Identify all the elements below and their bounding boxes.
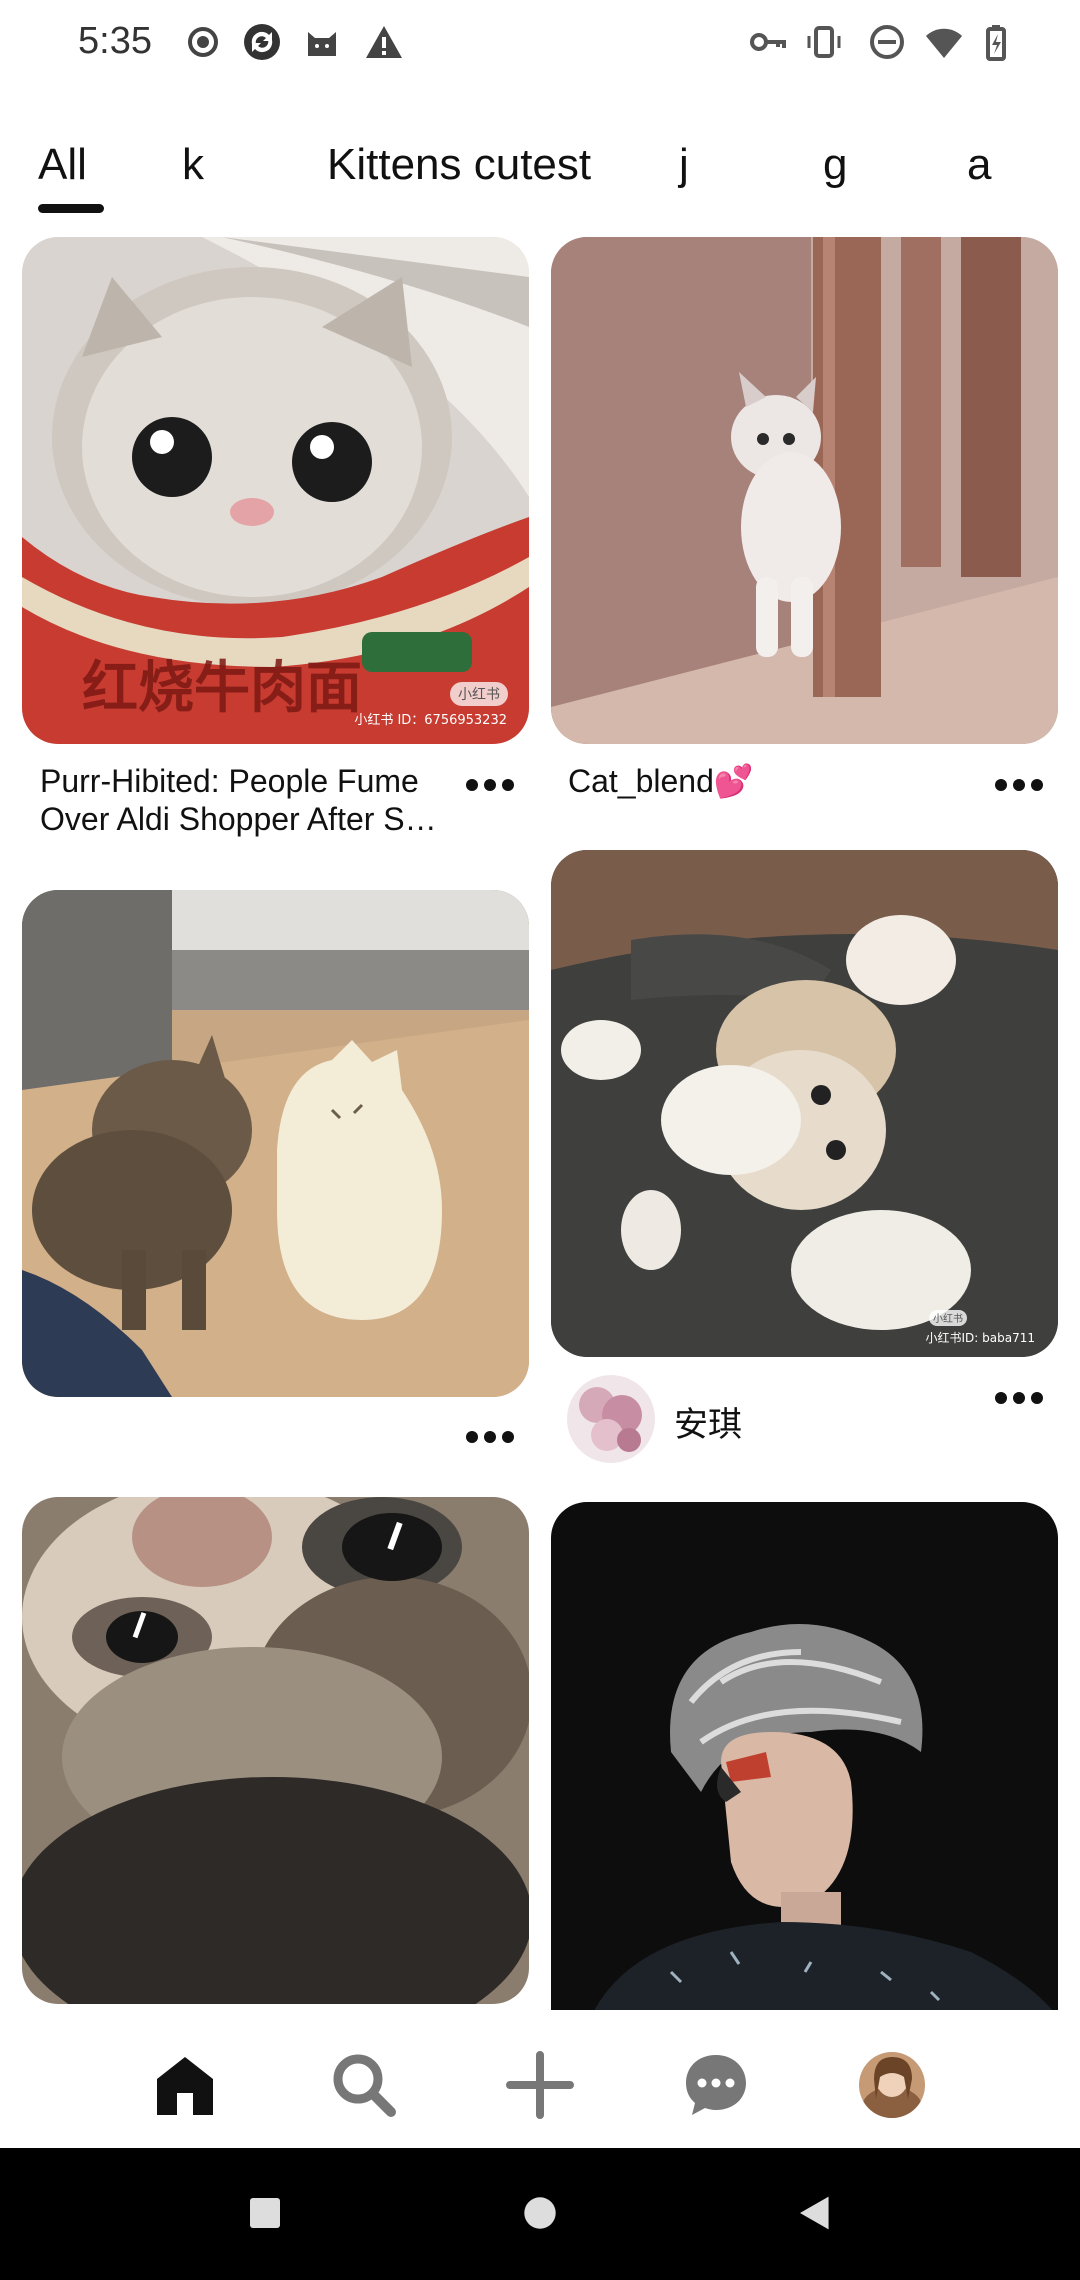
search-icon[interactable]	[324, 2045, 404, 2125]
dnd-icon	[867, 20, 907, 64]
status-time: 5:35	[78, 20, 152, 62]
create-icon[interactable]	[500, 2045, 580, 2125]
tab-kittens-cutest[interactable]: Kittens cutest	[327, 140, 591, 190]
tab-j[interactable]: j	[679, 140, 689, 190]
more-options-icon[interactable]	[989, 1383, 1049, 1413]
watermark-id: 小红书ID: baba711	[926, 1330, 1035, 1345]
pin-image-kitten-blanket[interactable]: 小红书 小红书ID: baba711	[551, 850, 1058, 1357]
more-options-icon[interactable]	[460, 1422, 520, 1452]
home-icon[interactable]	[145, 2045, 225, 2125]
tab-a[interactable]: a	[967, 140, 991, 190]
pin-image-kitten-cat-lamp[interactable]	[22, 890, 529, 1397]
wifi-icon	[924, 20, 964, 64]
pin-title[interactable]: Purr-Hibited: People Fume Over Aldi Shop…	[40, 762, 460, 838]
tab-k[interactable]: k	[182, 140, 204, 190]
pin-image-kitten-table-leg[interactable]	[551, 237, 1058, 744]
watermark-badge: 小红书	[933, 1312, 963, 1325]
home-button[interactable]	[505, 2178, 575, 2248]
tab-all[interactable]: All	[38, 140, 87, 190]
watermark-badge: 小红书	[458, 687, 500, 703]
pin-title[interactable]: Cat_blend💕	[568, 762, 988, 800]
pin-image-kitten-noodle-cup[interactable]: 红烧牛肉面 小红书 小红书 ID：6756953232	[22, 237, 529, 744]
bottom-nav	[0, 2010, 1080, 2160]
more-options-icon[interactable]	[989, 770, 1049, 800]
board-tabs: All k Kittens cutest j g a	[0, 140, 1080, 220]
profile-avatar[interactable]	[852, 2045, 932, 2125]
recents-button[interactable]	[230, 2178, 300, 2248]
back-button[interactable]	[780, 2178, 850, 2248]
cat-icon	[302, 20, 342, 64]
pin-image-man-silver-hair[interactable]	[551, 1502, 1058, 2017]
system-nav-bar	[0, 2148, 1080, 2280]
vibrate-icon	[804, 20, 844, 64]
screen: 5:35 All k Kittens cutest j g a 红烧牛肉面 小红…	[0, 0, 1080, 2280]
tab-selected-indicator	[38, 204, 104, 213]
sync-icon	[242, 20, 282, 64]
messages-icon[interactable]	[676, 2045, 756, 2125]
pin-user-name[interactable]: 安琪	[674, 1397, 742, 1446]
battery-icon	[976, 20, 1016, 64]
more-options-icon[interactable]	[460, 770, 520, 800]
status-bar: 5:35	[0, 0, 1080, 90]
tab-g[interactable]: g	[823, 140, 847, 190]
watermark-id: 小红书 ID：6756953232	[354, 712, 507, 728]
svg-text:红烧牛肉面: 红烧牛肉面	[82, 656, 362, 721]
user-avatar[interactable]	[567, 1375, 655, 1463]
record-icon	[183, 20, 223, 64]
pin-image-blurry-kitten[interactable]	[22, 1497, 529, 2004]
warning-icon	[364, 20, 404, 64]
key-icon	[748, 20, 788, 64]
